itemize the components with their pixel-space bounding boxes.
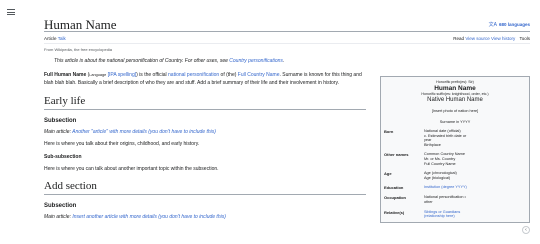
infobox-row-value: Age (chronological) Age (biological) [424, 171, 526, 180]
body-text: Here is where you can talk about another… [44, 166, 219, 172]
article-page: Human Name 文A 680 languages Article Talk … [44, 14, 530, 244]
infobox-value-line[interactable]: Institution (degree YYYY) [424, 185, 526, 190]
lead-paragraph: Full Human Name (Language [IPA spelling]… [44, 72, 362, 86]
languages-button[interactable]: 文A 680 languages [489, 21, 530, 28]
tabs-row: Article Talk Read View source View histo… [44, 34, 530, 44]
infobox-row: Relative(s) Siblings or Guardians (relatio… [384, 210, 526, 219]
infobox-value-line[interactable]: (relationship here) [424, 214, 526, 219]
globe-icon: 文A [488, 22, 497, 28]
infobox-row-value: Institution (degree YYYY) [424, 185, 526, 190]
infobox-prefix: Honorific prefix(es): Sir) [436, 80, 474, 84]
infobox-row: Occupation National personification • othe… [384, 195, 526, 204]
infobox-value-line: Age (biological) [424, 175, 451, 180]
main-article-note: Main article: Insert another article wit… [44, 214, 226, 220]
infobox-row: Born National date (official) c. Estimated… [384, 129, 526, 147]
languages-label: 680 languages [498, 22, 530, 27]
main-menu-icon[interactable] [7, 9, 15, 15]
scroll-chevron-icon[interactable]: ‹ [522, 226, 530, 234]
title-row: Human Name 文A 680 languages [44, 14, 530, 32]
infobox-native-name: Native Human Name [427, 97, 483, 103]
infobox-row-value: Siblings or Guardians (relationship here) [424, 210, 526, 219]
infobox-row: Education Institution (degree YYYY) [384, 185, 526, 190]
infobox-row-label: Born [384, 129, 394, 134]
main-article-link[interactable]: Insert another article with more details… [72, 214, 226, 220]
infobox-suffix: Honorific suffix(es: knighthood, order, … [421, 92, 489, 96]
national-personification-link[interactable]: national personification [168, 72, 219, 78]
hatnote-link[interactable]: Country personifications [229, 58, 283, 64]
infobox-row-label: Age [384, 171, 392, 177]
main-article-note: Main article: Another "article" with mor… [44, 129, 216, 135]
infobox-row: Age Age (chronological) Age (biological) [384, 171, 526, 180]
country-name-link[interactable]: Full Country Name [238, 72, 280, 78]
ipa-link[interactable]: [IPA spelling] [108, 72, 137, 78]
hatnote: This article is about the national perso… [54, 58, 285, 64]
infobox-photo-placeholder: [Insert photo of nation here] [431, 109, 479, 113]
infobox-row-value: National date (official) c. Estimated bir… [424, 129, 526, 147]
infobox-value-line: Full Country Name [424, 161, 456, 166]
infobox-row: Other names Common Country Name Mr. or Ms.… [384, 152, 526, 166]
tools-menu[interactable]: Tools [519, 36, 530, 41]
subsection-heading: Subsection [44, 203, 77, 209]
tab-read[interactable]: Read [453, 36, 464, 41]
tagline: From Wikipedia, the free encyclopedia [44, 47, 113, 52]
infobox-row-label: Occupation [384, 195, 407, 201]
section-heading-early-life: Early life [44, 95, 366, 110]
main-article-link[interactable]: Another "article" with more details (you… [72, 129, 216, 135]
article-content: Full Human Name (Language [IPA spelling]… [44, 72, 366, 220]
body-text: Here is where you talk about their origi… [44, 141, 200, 147]
infobox-name: Human Name [434, 85, 476, 92]
page-title: Human Name [44, 17, 117, 32]
subsubsection-heading: Sub-subsection [44, 154, 82, 160]
subsection-heading: Subsection [44, 118, 77, 124]
infobox-value-line: other [424, 199, 433, 204]
infobox-caption: Surname in YYYY [439, 120, 471, 124]
tab-article[interactable]: Article [44, 36, 57, 41]
infobox-row-label: Relative(s) [384, 209, 405, 215]
tab-view-source[interactable]: View source [465, 36, 489, 41]
tab-talk[interactable]: Talk [58, 36, 66, 41]
section-heading-add-section: Add section [44, 180, 366, 195]
infobox-row-value: Common Country Name Mr. or Ms. Country Ful… [424, 152, 526, 166]
infobox-row-label: Other names [384, 152, 409, 158]
tab-view-history[interactable]: View history [491, 36, 515, 41]
infobox-row-label: Education [384, 185, 404, 191]
infobox-value-line: Birthplace [424, 142, 441, 147]
infobox: Honorific prefix(es): Sir) Human Name Ho… [380, 76, 530, 223]
infobox-rows: Born National date (official) c. Estimated… [384, 129, 526, 219]
infobox-row-value: National personification • other [424, 195, 526, 204]
